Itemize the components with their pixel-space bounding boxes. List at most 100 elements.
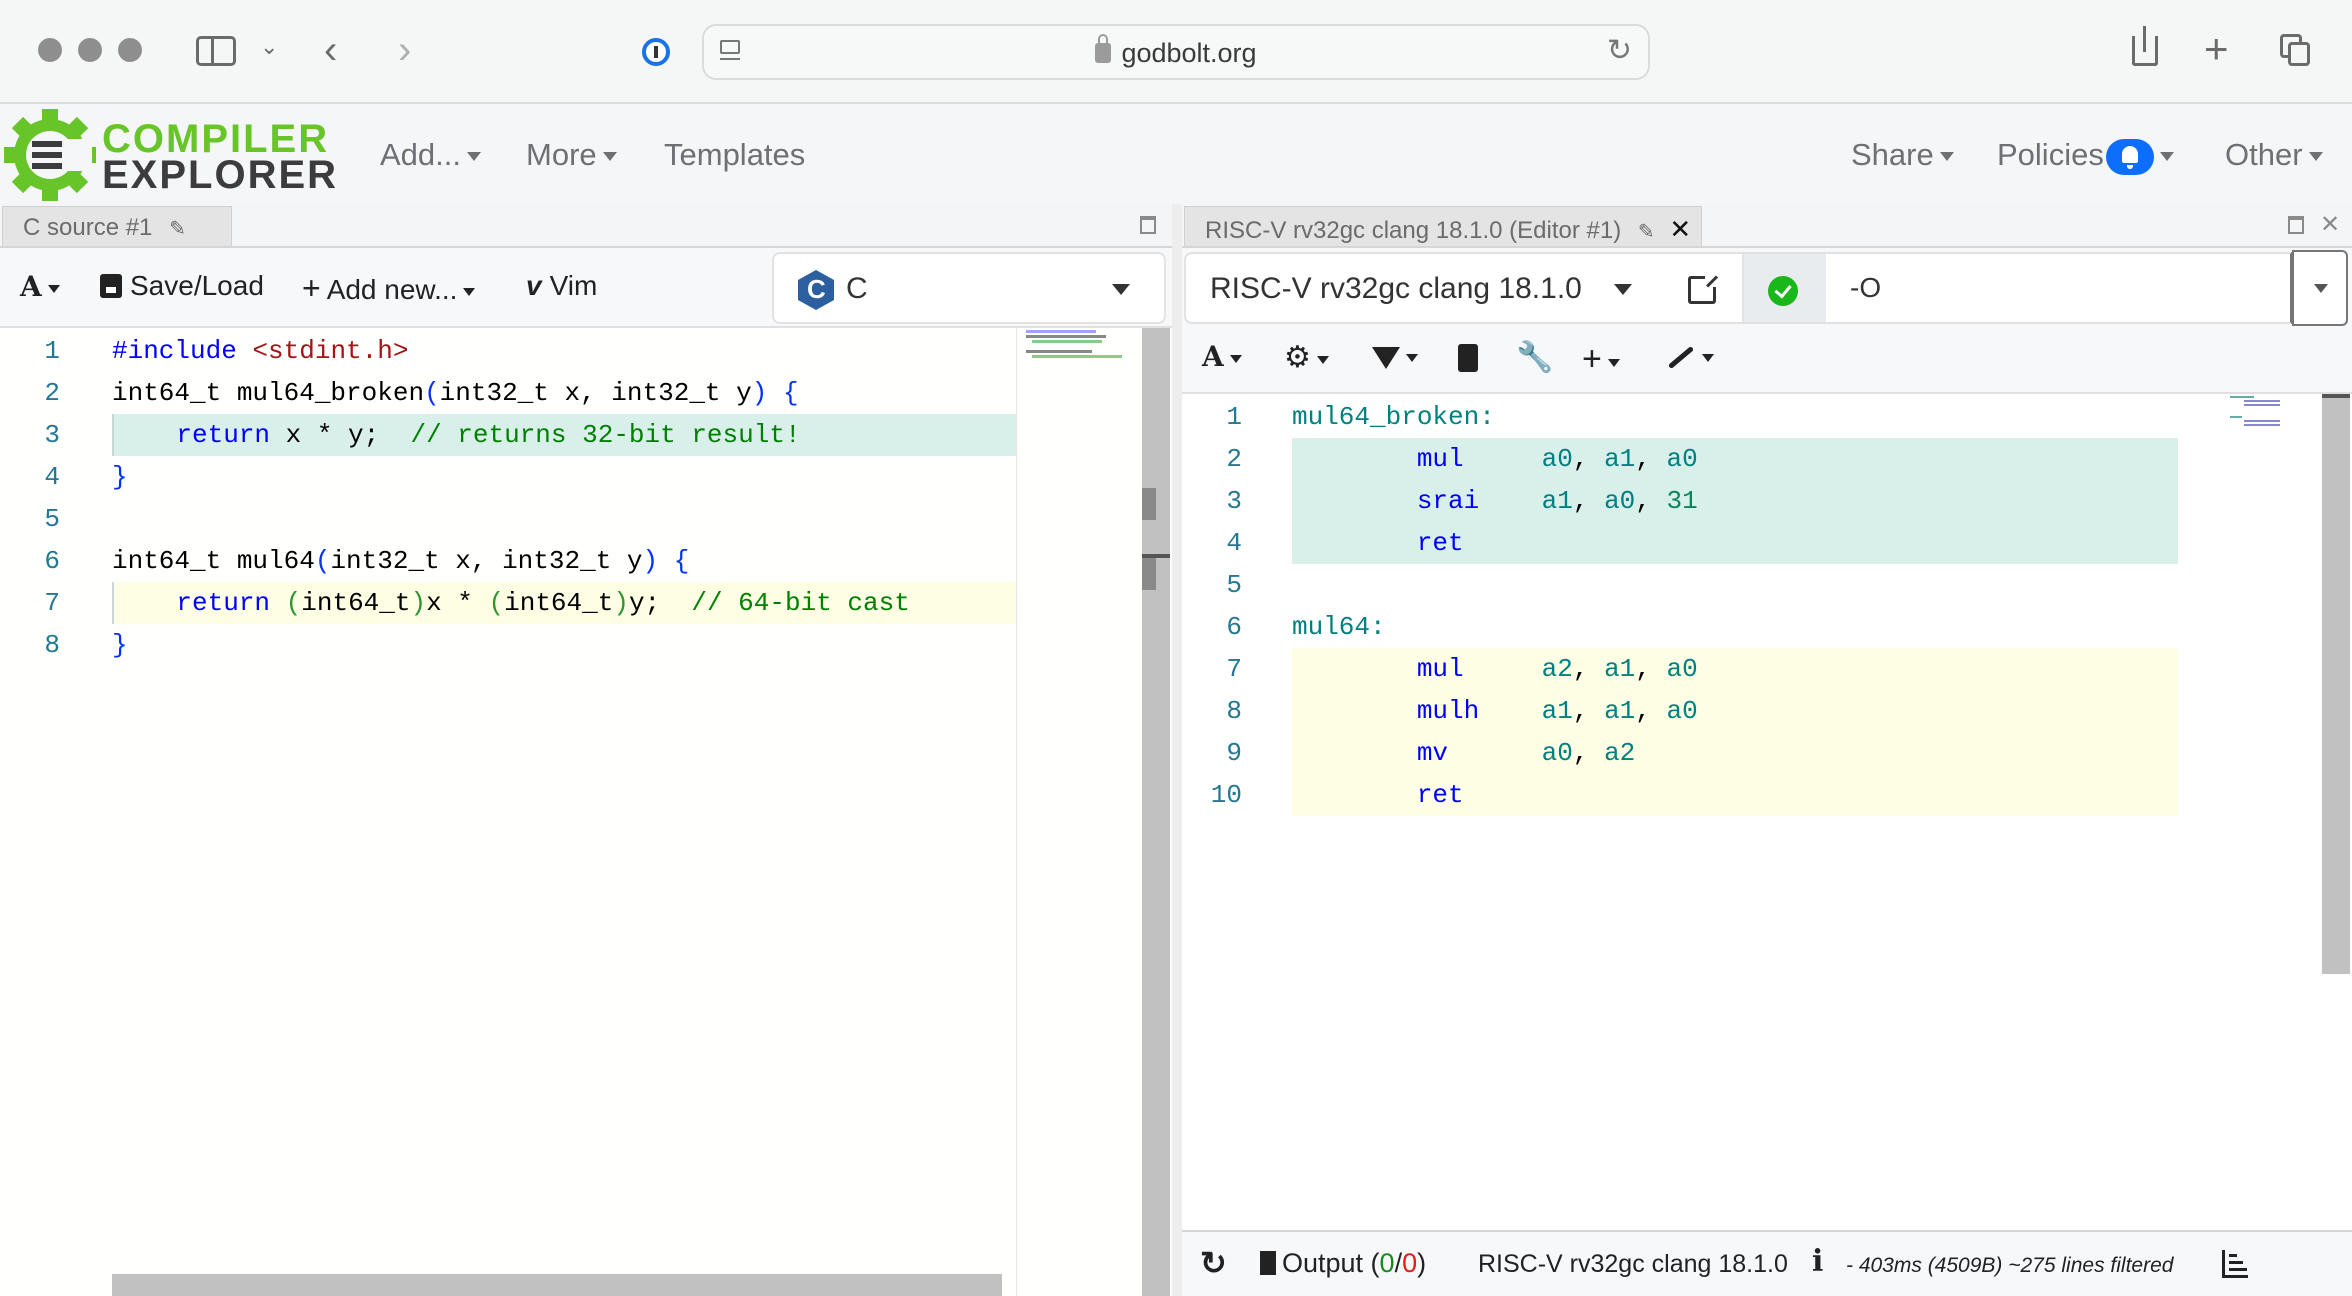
code-token: { — [782, 378, 799, 408]
tab-c-source[interactable]: C source #1 ✎ — [2, 206, 232, 246]
source-code-line[interactable]: return x * y; // returns 32-bit result! — [112, 414, 1016, 456]
window-zoom-button[interactable] — [118, 38, 142, 62]
asm-line[interactable] — [1292, 564, 2178, 606]
new-tab-icon[interactable]: + — [2204, 28, 2229, 70]
asm-opcode[interactable]: mv — [1292, 738, 1542, 768]
asm-line[interactable]: ret — [1292, 522, 2178, 564]
code-token: { — [673, 546, 690, 576]
asm-label[interactable]: mul64_broken: — [1292, 402, 1495, 432]
asm-operand: a0 — [1604, 486, 1636, 516]
asm-line[interactable]: mul a0, a1, a0 — [1292, 438, 2178, 480]
floppy-icon — [100, 274, 122, 298]
popout-icon[interactable] — [1688, 273, 1719, 304]
source-horizontal-scrollbar[interactable] — [112, 1274, 1002, 1296]
source-code-line[interactable]: } — [112, 456, 128, 498]
policies-menu[interactable]: Policies — [1997, 137, 2174, 175]
source-code-line[interactable]: int64_t mul64(int32_t x, int32_t y) { — [112, 540, 689, 582]
font-size-button[interactable]: A — [1202, 340, 1242, 373]
asm-line[interactable]: mul64: — [1292, 606, 2178, 648]
asm-opcode[interactable]: mul — [1292, 654, 1542, 684]
window-close-button[interactable] — [38, 38, 62, 62]
code-token: ( — [488, 588, 505, 618]
source-code-line[interactable]: int64_t mul64_broken(int32_t x, int32_t … — [112, 372, 799, 414]
source-minimap[interactable] — [1024, 328, 1144, 368]
source-code-line[interactable]: #include <stdint.h> — [112, 330, 408, 372]
code-token: int64_t — [301, 588, 411, 618]
pencil-icon[interactable]: ✎ — [169, 218, 186, 240]
font-size-button[interactable]: A — [20, 270, 60, 303]
templates-button[interactable]: Templates — [664, 137, 805, 173]
asm-vertical-scrollbar[interactable] — [2322, 394, 2350, 974]
wrench-icon: 🔧 — [1516, 341, 1554, 374]
asm-opcode[interactable]: ret — [1292, 780, 1542, 810]
asm-opcode[interactable]: srai — [1292, 486, 1542, 516]
asm-line[interactable]: ret — [1292, 774, 2178, 816]
pencil-icon[interactable]: ✎ — [1638, 221, 1655, 243]
asm-opcode[interactable]: mulh — [1292, 696, 1542, 726]
asm-line-number: 10 — [1210, 780, 1242, 810]
bar-chart-icon[interactable] — [2222, 1250, 2248, 1278]
source-code-editor[interactable]: 1 #include <stdint.h> 2 int64_t mul64_broke… — [0, 326, 1172, 1296]
tab-compiler[interactable]: RISC-V rv32gc clang 18.1.0 (Editor #1) ✎… — [1184, 206, 1702, 246]
compiler-options-input[interactable] — [1826, 252, 2292, 324]
add-tool-button[interactable]: + — [1582, 340, 1620, 379]
caret-down-icon — [602, 152, 617, 162]
caret-down-icon — [1316, 355, 1329, 364]
save-load-button[interactable]: Save/Load — [100, 270, 264, 302]
asm-label[interactable]: mul64: — [1292, 612, 1386, 642]
caret-down-icon — [1939, 152, 1954, 162]
recompile-icon[interactable]: ↻ — [1200, 1244, 1227, 1282]
compiler-status-bar: ↻ Output (0/0) RISC-V rv32gc clang 18.1.… — [1182, 1230, 2352, 1296]
libraries-button[interactable] — [1458, 340, 1478, 372]
other-menu[interactable]: Other — [2225, 137, 2323, 173]
window-minimize-button[interactable] — [78, 38, 102, 62]
compiler-select[interactable]: RISC-V rv32gc clang 18.1.0 — [1184, 252, 1744, 324]
address-bar[interactable]: godbolt.org ↻ — [702, 24, 1650, 80]
forward-icon[interactable]: › — [398, 30, 411, 70]
asm-line[interactable]: mul64_broken: — [1292, 396, 2178, 438]
share-menu[interactable]: Share — [1851, 137, 1954, 173]
asm-minimap[interactable] — [2204, 394, 2324, 434]
language-select[interactable]: C — [772, 252, 1166, 324]
back-icon[interactable]: ‹ — [324, 30, 337, 70]
vim-label: Vim — [549, 270, 598, 301]
options-dropdown-button[interactable] — [2292, 250, 2348, 326]
output-button[interactable]: Output (0/0) — [1260, 1248, 1426, 1279]
asm-line[interactable]: mulh a1, a1, a0 — [1292, 690, 2178, 732]
filter-button[interactable] — [1372, 340, 1418, 372]
maximize-icon[interactable] — [2288, 216, 2304, 234]
source-code-line[interactable]: return (int64_t)x * (int64_t)y; // 64-bi… — [112, 582, 1016, 624]
add-menu[interactable]: Add... — [380, 137, 481, 173]
source-vertical-scrollbar[interactable] — [1142, 328, 1170, 1296]
asm-line-number: 8 — [1226, 696, 1242, 726]
code-token: ) — [613, 588, 629, 618]
reload-icon[interactable]: ↻ — [1607, 36, 1632, 66]
asm-line[interactable]: mv a0, a2 — [1292, 732, 2178, 774]
password-manager-icon[interactable] — [642, 38, 670, 66]
compiler-explorer-logo[interactable]: COMPILER EXPLORER — [4, 107, 336, 203]
asm-opcode[interactable]: mul — [1292, 444, 1542, 474]
maximize-icon[interactable] — [1140, 216, 1156, 234]
more-menu[interactable]: More — [526, 137, 617, 173]
compiler-pane: RISC-V rv32gc clang 18.1.0 (Editor #1) ✎… — [1182, 204, 2352, 1296]
tabs-overview-icon[interactable] — [2280, 34, 2310, 66]
caret-down-icon — [2314, 284, 2328, 293]
close-pane-icon[interactable]: ✕ — [2320, 210, 2340, 239]
source-code-line[interactable]: } — [112, 624, 128, 666]
visualization-button[interactable] — [1666, 340, 1714, 372]
asm-comma: , — [1635, 654, 1667, 684]
asm-line[interactable]: srai a1, a0, 31 — [1292, 480, 2178, 522]
info-icon[interactable]: i — [1812, 1244, 1823, 1279]
asm-line[interactable]: mul a2, a1, a0 — [1292, 648, 2178, 690]
assembly-output-editor[interactable]: 1 mul64_broken: 2 mul a0, a1, a0 3 srai a1,… — [1182, 392, 2352, 1230]
pane-splitter[interactable] — [1172, 204, 1182, 1296]
close-tab-icon[interactable]: ✕ — [1669, 214, 1691, 244]
settings-button[interactable]: ⚙ — [1284, 340, 1329, 375]
line-number: 5 — [44, 504, 60, 534]
tools-button[interactable]: 🔧 — [1516, 340, 1553, 375]
chevron-down-icon[interactable]: ⌄ — [260, 36, 278, 58]
add-new-button[interactable]: + Add new... — [302, 270, 476, 307]
sidebar-icon[interactable] — [196, 36, 236, 66]
vim-toggle-button[interactable]: v Vim — [526, 270, 597, 302]
asm-opcode[interactable]: ret — [1292, 528, 1542, 558]
